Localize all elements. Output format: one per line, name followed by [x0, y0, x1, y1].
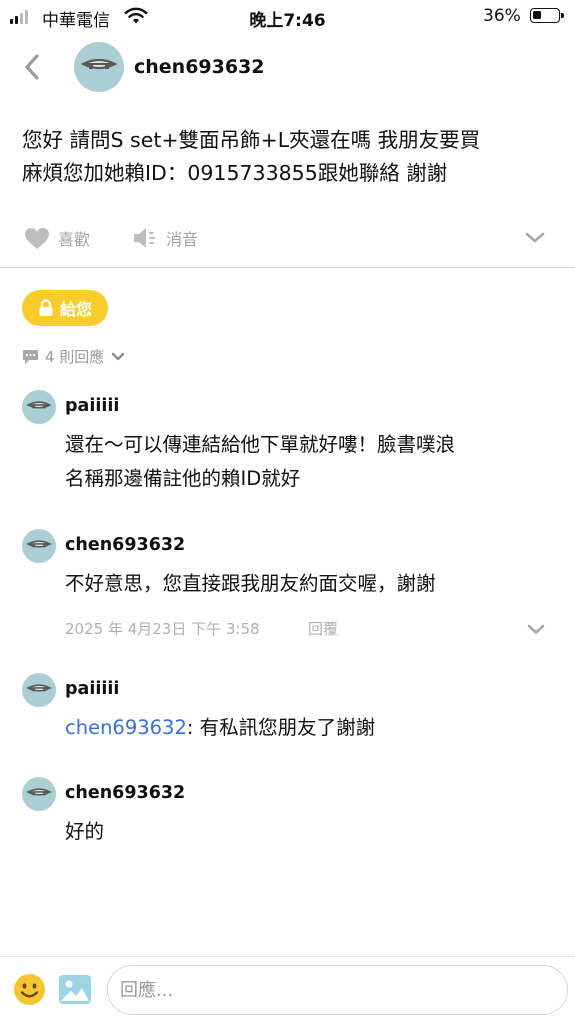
- closed-eyes-avatar-icon: [26, 684, 52, 692]
- heart-icon: [25, 227, 49, 249]
- closed-eyes-avatar-icon: [80, 58, 118, 70]
- gift-label: 給您: [59, 300, 92, 319]
- comment-text-body: : 有私訊您朋友了謝謝: [186, 716, 376, 739]
- divider: [0, 267, 575, 268]
- battery-level-fill: [533, 11, 541, 19]
- post-body-line: 麻煩您加她賴ID：0915733855跟她聯絡 謝謝: [22, 161, 448, 185]
- closed-eyes-avatar-icon: [26, 540, 52, 548]
- mute-speaker-icon: [134, 228, 156, 248]
- like-button[interactable]: 喜歡: [24, 226, 90, 250]
- reply-count-label: 4 則回應: [45, 348, 105, 366]
- post-options-button[interactable]: [524, 230, 546, 249]
- avatar[interactable]: [22, 390, 56, 424]
- battery-percentage: 36%: [483, 6, 521, 26]
- reply-button[interactable]: 回覆: [308, 618, 338, 639]
- avatar[interactable]: [22, 529, 56, 563]
- comment-text-line: 還在～可以傳連結給他下單就好嘍！臉書噗浪: [65, 433, 456, 456]
- gift-button[interactable]: 給您: [22, 290, 108, 326]
- header-username[interactable]: chen693632: [134, 56, 265, 78]
- status-bar: 中華電信 晚上7:46 36%: [0, 0, 575, 32]
- battery-icon: [530, 8, 564, 23]
- avatar[interactable]: [22, 777, 56, 811]
- divider: [0, 956, 575, 957]
- comment-text: 好的: [65, 820, 105, 843]
- avatar[interactable]: [22, 673, 56, 707]
- chevron-left-icon: [25, 54, 39, 80]
- comment-username[interactable]: chen693632: [65, 783, 185, 803]
- comment-text: 還在～可以傳連結給他下單就好嘍！臉書噗浪 名稱那邊備註他的賴ID就好: [65, 428, 552, 496]
- back-button[interactable]: [18, 50, 48, 84]
- avatar[interactable]: [74, 42, 124, 92]
- like-label: 喜歡: [58, 230, 91, 249]
- emoji-button[interactable]: [13, 973, 46, 1006]
- reply-count-toggle[interactable]: 4 則回應: [22, 346, 126, 367]
- comment-timestamp: 2025 年 4月23日 下午 3:58: [65, 620, 260, 638]
- closed-eyes-avatar-icon: [26, 401, 52, 409]
- comment-username[interactable]: paiiiii: [65, 679, 119, 699]
- comment-username[interactable]: chen693632: [65, 535, 185, 555]
- mute-button[interactable]: 消音: [132, 226, 198, 250]
- mute-label: 消音: [166, 230, 199, 249]
- mention-link[interactable]: chen693632: [65, 716, 187, 739]
- comment-text-line: 名稱那邊備註他的賴ID就好: [65, 467, 301, 490]
- reply-input[interactable]: [107, 965, 568, 1015]
- chevron-down-icon: [527, 624, 545, 634]
- comment-username[interactable]: paiiiii: [65, 396, 119, 416]
- chevron-down-icon: [525, 232, 545, 243]
- smiley-face-icon: [14, 974, 45, 1005]
- post-body-line: 您好 請問S set+雙面吊飾+L夾還在嗎 我朋友要買: [22, 128, 481, 152]
- comment-text: 不好意思，您直接跟我朋友約面交喔，謝謝: [65, 572, 436, 595]
- chevron-down-icon: [112, 352, 125, 360]
- closed-eyes-avatar-icon: [26, 788, 52, 796]
- post-body: 您好 請問S set+雙面吊飾+L夾還在嗎 我朋友要買 麻煩您加她賴ID：091…: [22, 124, 552, 190]
- comment-icon: [23, 349, 38, 364]
- comment-options-button[interactable]: [526, 621, 546, 640]
- post-actions: 喜歡 消音: [22, 226, 552, 254]
- image-upload-button[interactable]: [58, 974, 92, 1005]
- image-icon: [59, 975, 91, 1004]
- lock-icon: [39, 299, 53, 316]
- comment-text: chen693632: 有私訊您朋友了謝謝: [65, 711, 552, 745]
